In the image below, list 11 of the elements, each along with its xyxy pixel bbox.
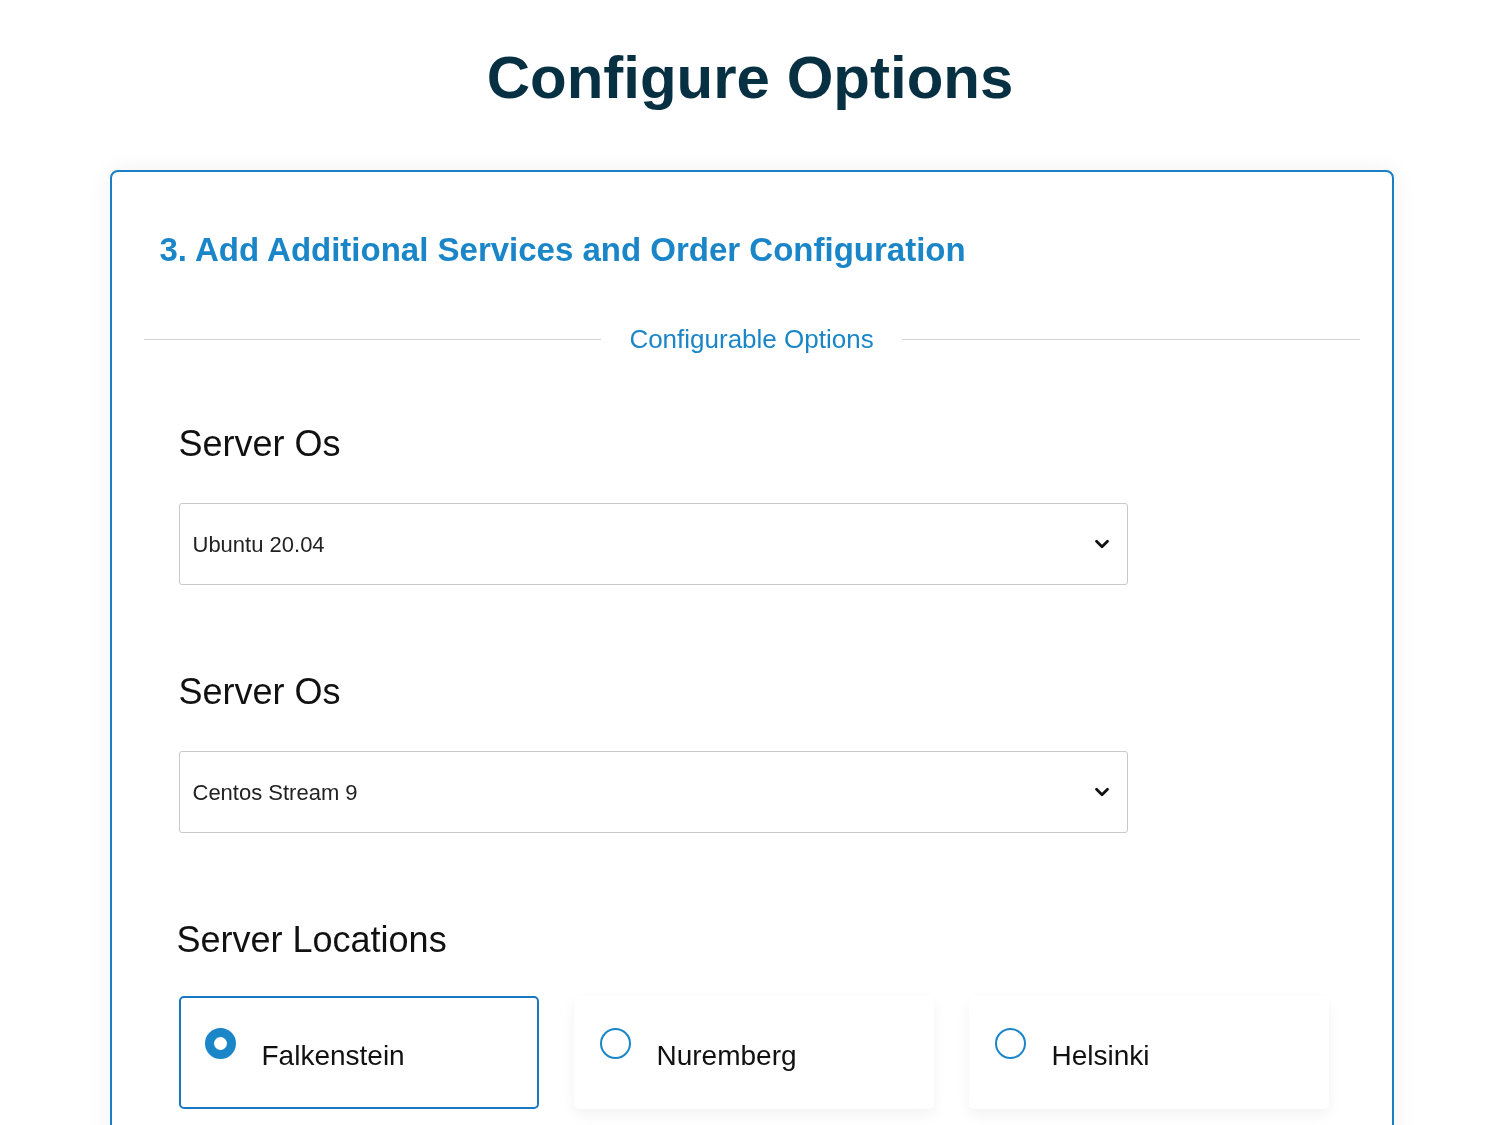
select-field[interactable]: Ubuntu 20.04	[178, 503, 1128, 585]
location-option[interactable]: Nuremberg	[573, 996, 934, 1109]
field-label: Server Locations	[176, 922, 448, 958]
page-title: Configure Options	[486, 43, 1014, 113]
section-heading: 3. Add Additional Services and Order Configuration	[159, 230, 967, 270]
select-field[interactable]: Centos Stream 9	[178, 751, 1128, 833]
location-option[interactable]: Helsinki	[968, 996, 1329, 1109]
field-label: Server Os	[178, 674, 342, 710]
divider-label: Configurable Options	[629, 323, 874, 356]
location-option[interactable]: Falkenstein	[178, 996, 539, 1109]
field-label: Server Os	[178, 426, 342, 462]
